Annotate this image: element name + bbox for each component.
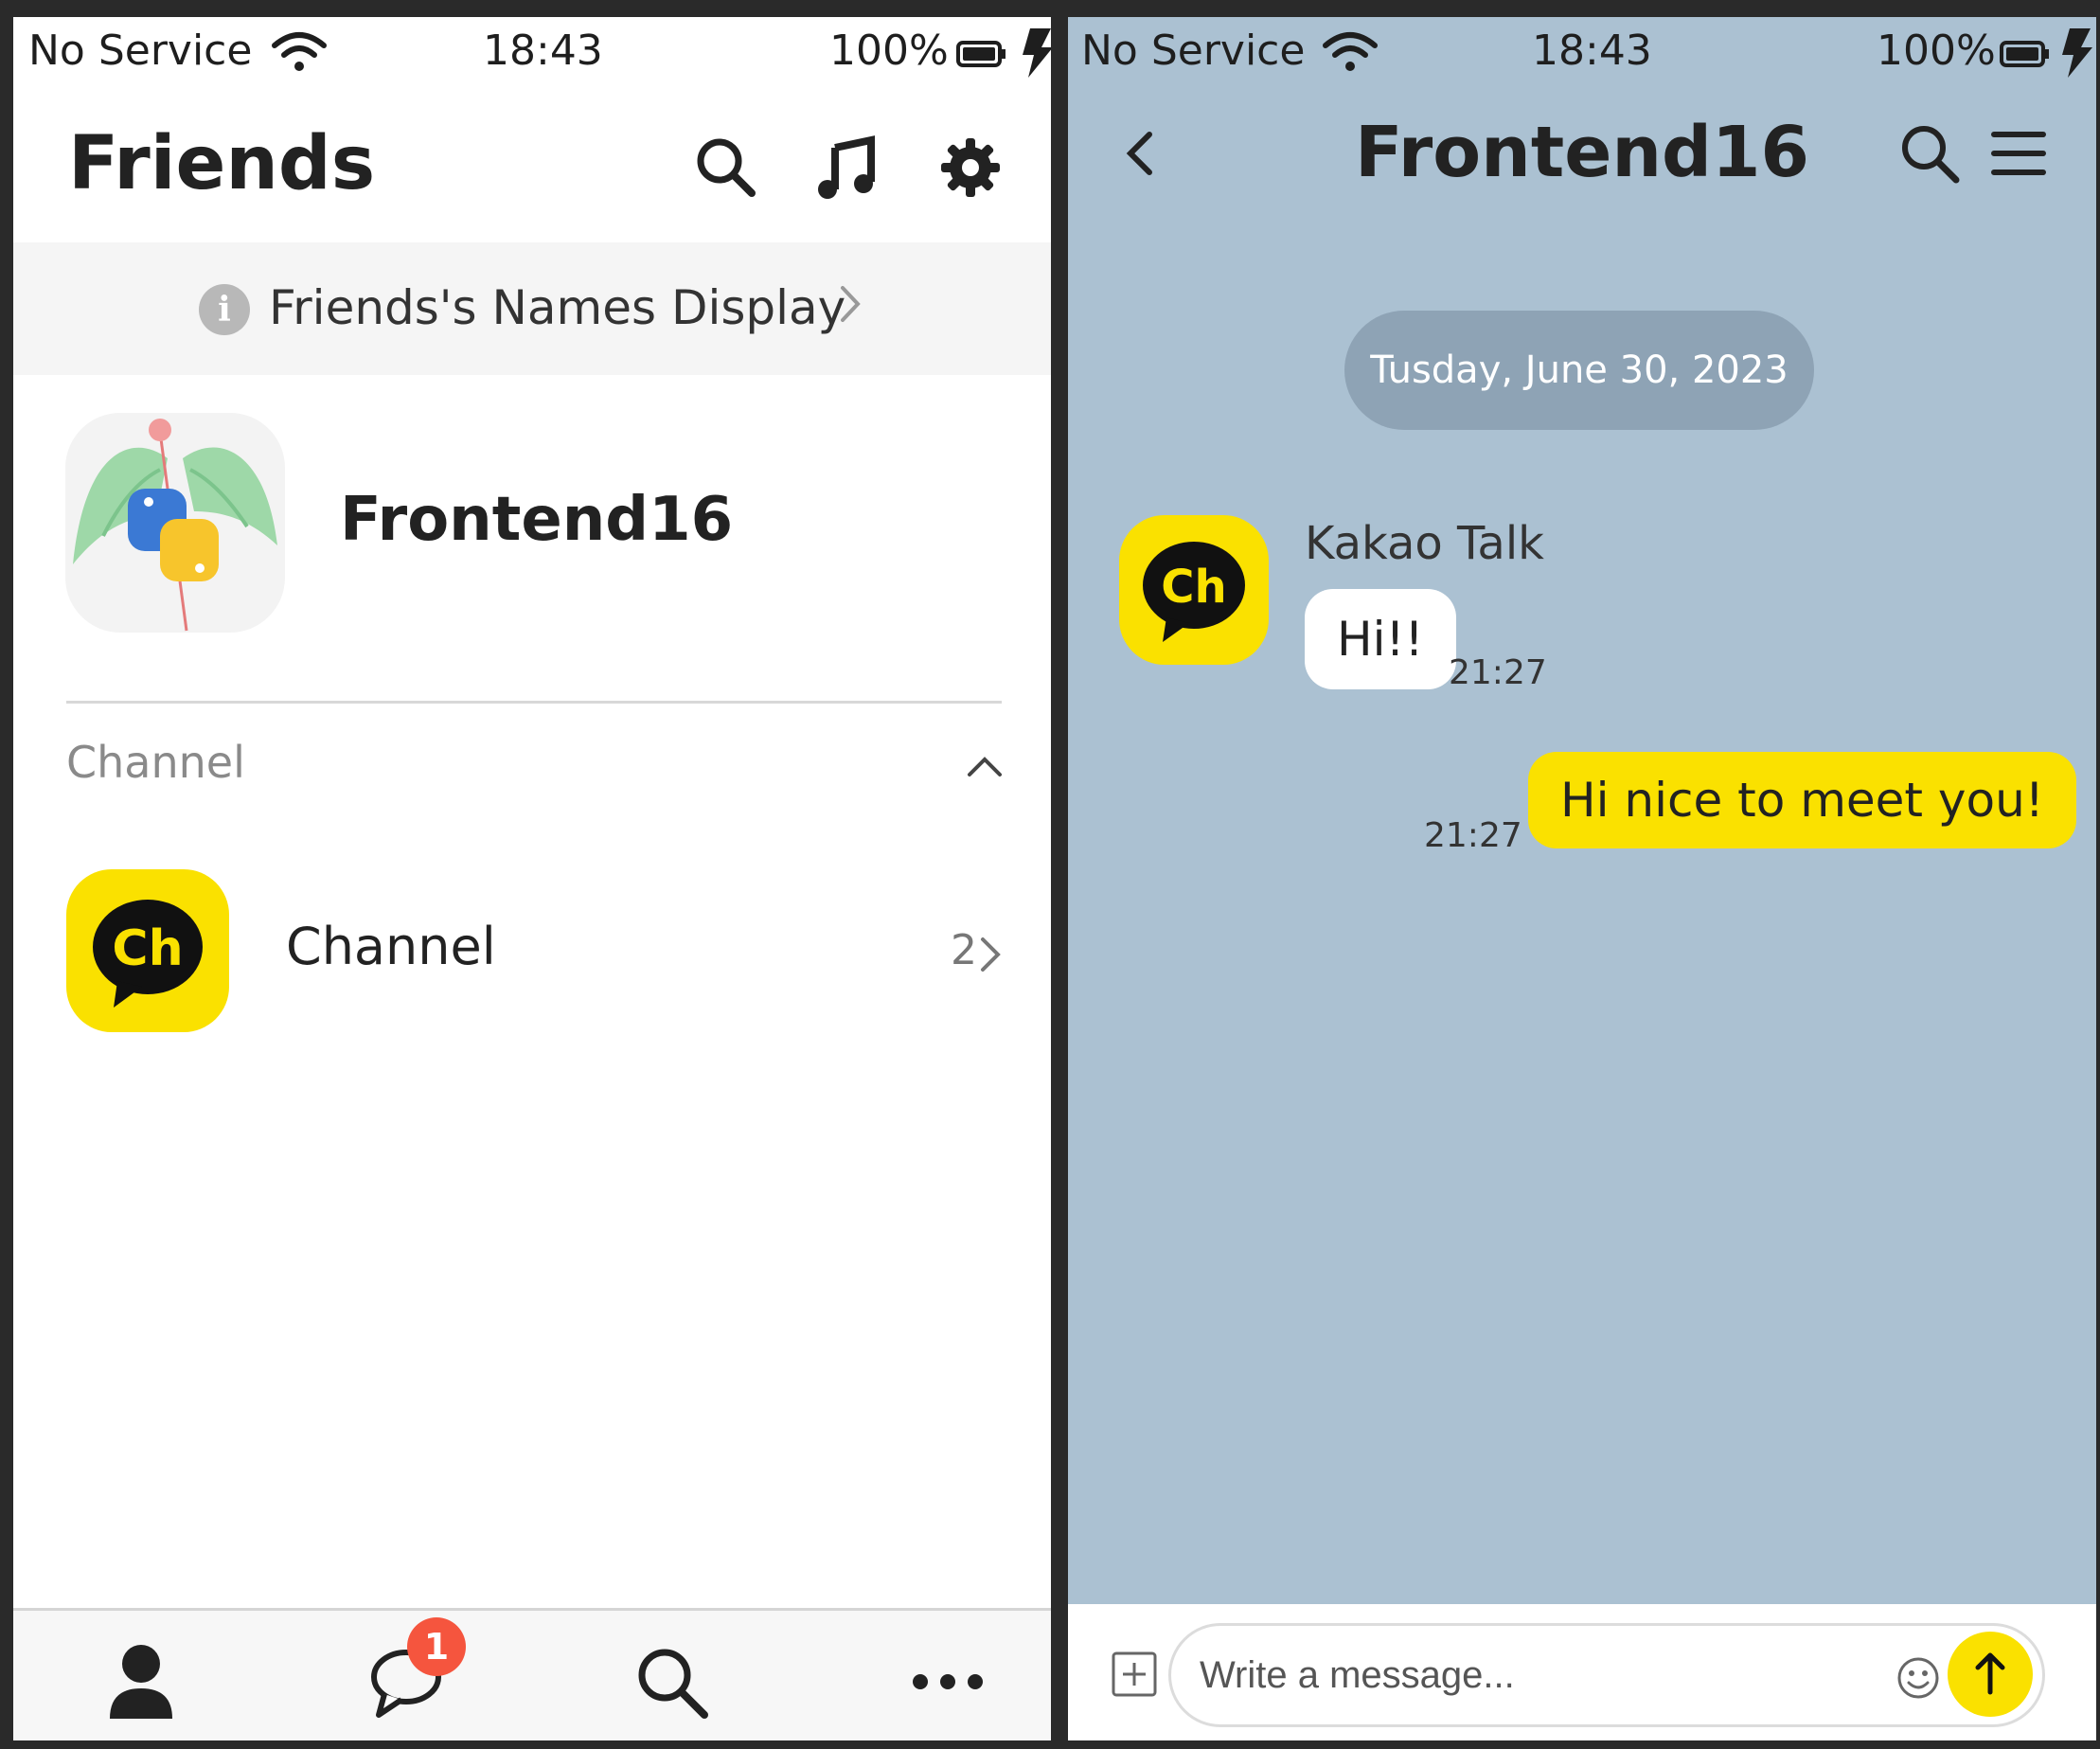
search-icon[interactable] [691, 133, 761, 203]
channel-count: 2 [951, 926, 977, 974]
tab-bar [13, 1608, 1051, 1740]
menu-icon[interactable] [1984, 119, 2053, 187]
message-input[interactable] [1200, 1645, 1881, 1705]
message-input-bar [1068, 1604, 2096, 1740]
channel-avatar-text: Ch [112, 920, 183, 977]
wifi-icon [271, 30, 328, 78]
message-timestamp: 21:27 [1424, 816, 1522, 855]
carrier-label: No Service [28, 27, 253, 75]
arrow-up-icon [1975, 1652, 2005, 1695]
status-bar: No Service 18:43 100% [1068, 17, 2096, 93]
profile-name: Frontend16 [340, 485, 734, 555]
more-tab-icon[interactable] [905, 1639, 990, 1724]
charging-icon [2062, 28, 2092, 81]
page-title: Friends [68, 121, 376, 206]
section-header-channel: Channel [66, 737, 245, 788]
battery-icon [2000, 40, 2051, 72]
battery-percent: 100% [829, 27, 949, 75]
clock-label: 18:43 [483, 27, 603, 75]
carrier-label: No Service [1081, 27, 1306, 75]
friends-screen: No Service 18:43 100% Friends i Friends'… [13, 17, 1051, 1740]
battery-percent: 100% [1877, 27, 1996, 75]
unread-badge: 1 [407, 1617, 466, 1676]
battery-icon [956, 40, 1007, 72]
search-tab-icon[interactable] [629, 1639, 714, 1724]
clock-label: 18:43 [1532, 27, 1652, 75]
music-icon[interactable] [812, 133, 882, 203]
incoming-message-bubble[interactable]: Hi!! [1305, 589, 1456, 689]
divider [66, 701, 1002, 704]
sender-avatar-text: Ch [1161, 561, 1226, 614]
wifi-icon [1322, 30, 1379, 78]
outgoing-message-bubble[interactable]: Hi nice to meet you! [1528, 752, 2076, 848]
profile-avatar[interactable] [65, 413, 285, 633]
settings-icon[interactable] [935, 133, 1006, 203]
chevron-right-icon [837, 280, 865, 331]
names-display-banner[interactable]: i Friends's Names Display [13, 242, 1051, 375]
channel-label[interactable]: Channel [286, 917, 496, 976]
sender-name: Kakao Talk [1305, 517, 1544, 570]
date-separator: Tusday, June 30, 2023 [1344, 311, 1814, 430]
message-field [1168, 1623, 2045, 1727]
send-button[interactable] [1948, 1632, 2033, 1717]
status-bar: No Service 18:43 100% [13, 17, 1051, 93]
attach-icon[interactable] [1110, 1650, 1159, 1699]
chat-screen: No Service 18:43 100% Frontend16 Tusday,… [1068, 17, 2096, 1740]
info-icon: i [199, 284, 250, 335]
sender-avatar[interactable]: Ch [1119, 515, 1269, 665]
message-timestamp: 21:27 [1449, 653, 1547, 692]
friends-tab-icon[interactable] [98, 1639, 184, 1724]
banner-label: Friends's Names Display [269, 280, 846, 335]
chevron-up-icon[interactable] [964, 752, 1006, 780]
channel-avatar[interactable]: Ch [66, 869, 229, 1032]
charging-icon [1023, 28, 1051, 81]
emoji-icon[interactable] [1895, 1654, 1942, 1702]
search-icon[interactable] [1895, 119, 1964, 187]
chevron-right-icon[interactable] [977, 934, 1006, 979]
